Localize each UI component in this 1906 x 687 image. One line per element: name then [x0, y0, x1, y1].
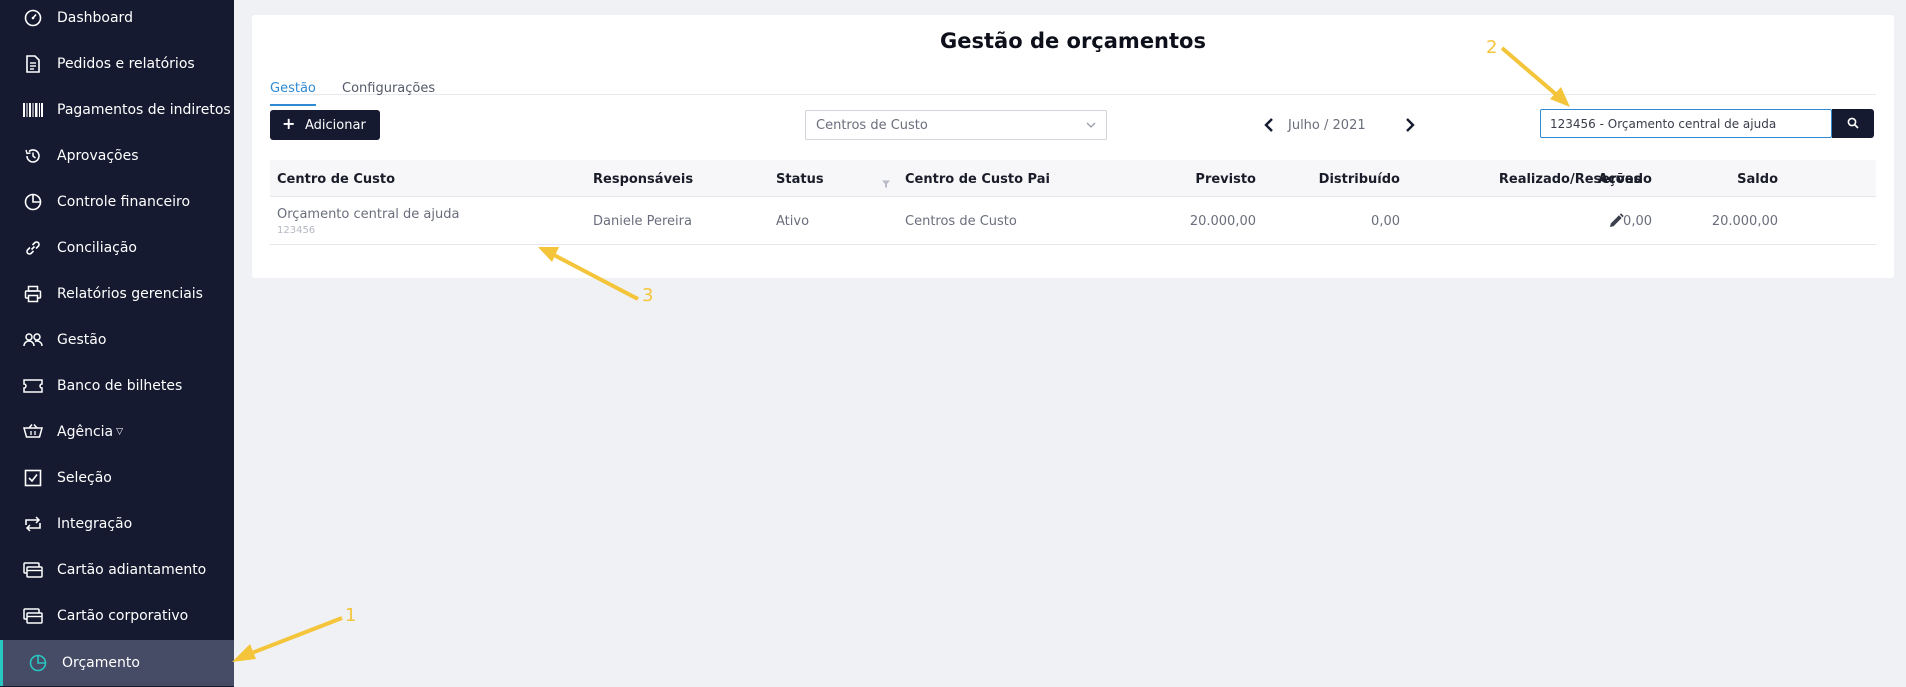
printer-icon — [22, 283, 44, 305]
status-value: Ativo — [776, 214, 810, 229]
sidebar-item-pedidos[interactable]: Pedidos e relatórios — [0, 41, 234, 87]
saldo-value: 20.000,00 — [1711, 214, 1778, 229]
cost-center-name[interactable]: Orçamento central de ajuda — [277, 207, 459, 222]
sidebar-item-cartao-adiantamento[interactable]: Cartão adiantamento — [0, 547, 234, 593]
budget-card: Gestão de orçamentos Gestão Configuraçõe… — [252, 15, 1894, 278]
sidebar-item-label: Conciliação — [57, 240, 138, 256]
plus-icon: + — [282, 114, 296, 133]
column-header-acoes: Ações — [1598, 172, 1642, 187]
column-header-centro: Centro de Custo — [277, 172, 396, 187]
table-row[interactable]: Orçamento central de ajuda 123456 Daniel… — [270, 198, 1876, 245]
previsto-value: 20.000,00 — [1189, 214, 1256, 229]
sidebar-item-label: Controle financeiro — [57, 194, 191, 210]
responsible-name: Daniele Pereira — [593, 214, 692, 229]
distribuido-value: 0,00 — [1371, 214, 1400, 229]
sidebar-item-selecao[interactable]: Seleção — [0, 455, 234, 501]
sidebar: Dashboard Pedidos e relatórios Pagamento… — [0, 0, 234, 687]
history-icon — [22, 145, 44, 167]
filter-icon[interactable] — [881, 174, 891, 188]
sidebar-item-relatorios-gerenciais[interactable]: Relatórios gerenciais — [0, 271, 234, 317]
sidebar-item-integracao[interactable]: Integração — [0, 501, 234, 547]
sidebar-item-orcamento[interactable]: Orçamento — [0, 640, 234, 686]
search-icon — [1847, 114, 1859, 133]
column-header-previsto: Previsto — [1195, 172, 1256, 187]
sidebar-item-gestao[interactable]: Gestão — [0, 317, 234, 363]
sidebar-item-label: Pagamentos de indiretos — [57, 102, 231, 118]
caret-down-icon: ▽ — [116, 427, 124, 437]
sidebar-item-dashboard[interactable]: Dashboard — [0, 0, 234, 41]
annotation-marker-1: 1 — [345, 605, 357, 626]
column-header-saldo: Saldo — [1737, 172, 1778, 187]
annotation-arrow-1 — [232, 616, 343, 662]
link-icon — [22, 237, 44, 259]
tab-bar: Gestão Configurações — [270, 67, 1876, 106]
edit-icon[interactable] — [1607, 212, 1625, 230]
loop-icon — [22, 513, 44, 535]
column-header-distribuido: Distribuído — [1318, 172, 1400, 187]
page-title: Gestão de orçamentos — [940, 29, 1206, 53]
cards-icon — [22, 559, 44, 581]
sidebar-item-label: Integração — [57, 516, 133, 532]
sidebar-item-label: Agência ▽ — [57, 424, 124, 440]
sidebar-item-conciliacao[interactable]: Conciliação — [0, 225, 234, 271]
add-button[interactable]: + Adicionar — [270, 110, 380, 140]
sidebar-item-pagamentos[interactable]: Pagamentos de indiretos — [0, 87, 234, 133]
table-header: Centro de Custo Responsáveis Status Cent… — [270, 160, 1876, 197]
tab-gestao[interactable]: Gestão — [270, 81, 316, 106]
document-icon — [22, 53, 44, 75]
chevron-down-icon — [1084, 118, 1098, 132]
cost-center-code: 123456 — [277, 225, 316, 236]
ticket-icon — [22, 375, 44, 397]
month-label: Julho / 2021 — [1288, 118, 1366, 133]
sidebar-item-label: Cartão corporativo — [57, 608, 189, 624]
annotation-marker-3: 3 — [642, 285, 654, 306]
pie-chart-icon — [27, 652, 49, 674]
dashboard-icon — [22, 7, 44, 29]
basket-icon — [22, 421, 44, 443]
realizado-value: 0,00 — [1623, 214, 1652, 229]
sidebar-item-label: Relatórios gerenciais — [57, 286, 203, 302]
column-header-responsaveis: Responsáveis — [593, 172, 694, 187]
cards-icon — [22, 605, 44, 627]
sidebar-item-cartao-corporativo[interactable]: Cartão corporativo — [0, 593, 234, 639]
sidebar-item-label: Aprovações — [57, 148, 139, 164]
next-month-icon[interactable] — [1402, 116, 1418, 134]
sidebar-item-aprovacoes[interactable]: Aprovações — [0, 133, 234, 179]
search-button[interactable] — [1832, 109, 1874, 138]
sidebar-item-label: Cartão adiantamento — [57, 562, 207, 578]
annotation-marker-2: 2 — [1486, 37, 1498, 58]
column-header-status: Status — [776, 172, 824, 187]
previous-month-icon[interactable] — [1261, 116, 1277, 134]
cost-center-select[interactable]: Centros de Custo — [805, 110, 1107, 140]
sidebar-item-label: Pedidos e relatórios — [57, 56, 195, 72]
sidebar-item-agencia[interactable]: Agência ▽ — [0, 409, 234, 455]
sidebar-item-label: Seleção — [57, 470, 112, 486]
users-icon — [22, 329, 44, 351]
checkbox-icon — [22, 467, 44, 489]
search-input[interactable] — [1540, 109, 1832, 138]
sidebar-item-label: Orçamento — [62, 655, 140, 671]
column-header-centro-pai: Centro de Custo Pai — [905, 172, 1050, 187]
tab-configuracoes[interactable]: Configurações — [342, 81, 435, 104]
sidebar-item-label: Dashboard — [57, 10, 133, 26]
parent-cost-center: Centros de Custo — [905, 214, 1017, 229]
barcode-icon — [22, 99, 44, 121]
sidebar-item-label: Gestão — [57, 332, 107, 348]
sidebar-item-controle-financeiro[interactable]: Controle financeiro — [0, 179, 234, 225]
sidebar-item-label: Banco de bilhetes — [57, 378, 183, 394]
sidebar-item-banco-bilhetes[interactable]: Banco de bilhetes — [0, 363, 234, 409]
pie-chart-icon — [22, 191, 44, 213]
